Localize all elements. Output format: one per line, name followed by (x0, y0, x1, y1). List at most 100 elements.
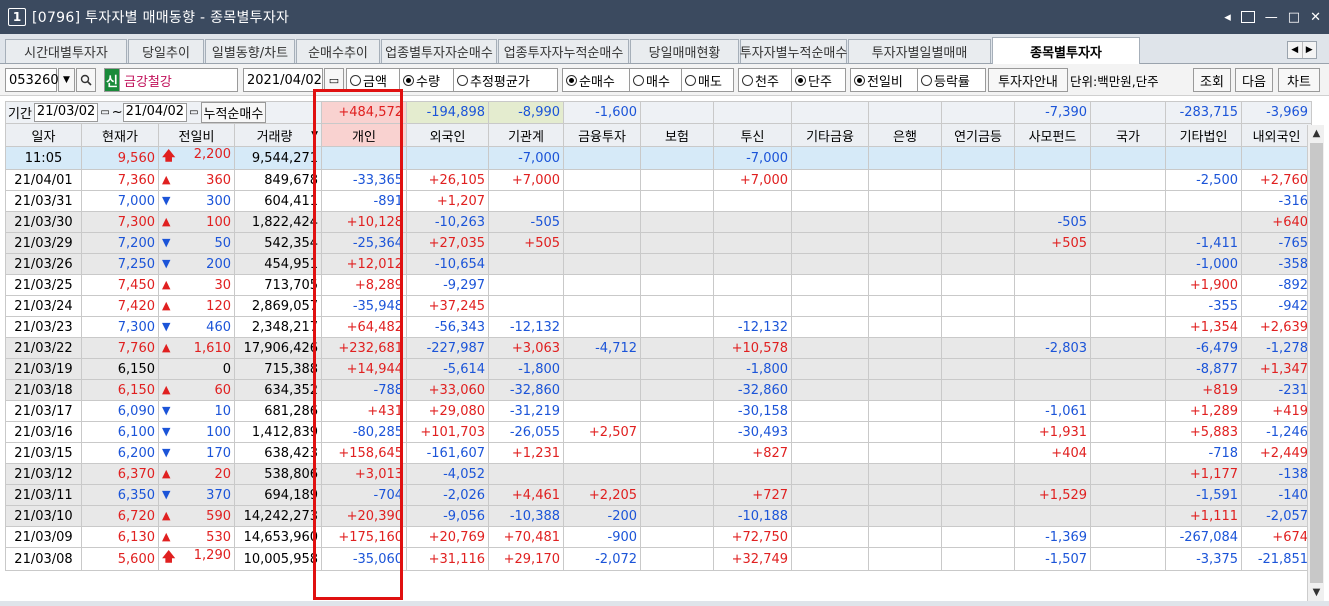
table-row[interactable]: 21/03/30 7,300 ▲ 100 1,822,424 +10,128 -10,263… (5, 211, 1313, 233)
date-input[interactable]: 2021/04/02 (243, 68, 323, 92)
tab-left-icon[interactable]: ◀ (1288, 42, 1303, 58)
volume-cell: 681,286 (233, 400, 323, 422)
tab-scroll-arrows[interactable]: ◀ ▶ (1287, 41, 1317, 59)
column-header[interactable]: 일자 (5, 123, 82, 147)
change-cell: ▲ 60 (158, 379, 235, 401)
radio-quantity[interactable]: 수량 (400, 68, 454, 92)
table-row[interactable]: 21/03/15 6,200 ▼ 170 638,423 +158,645 -161,607… (5, 442, 1313, 464)
column-header[interactable]: 사모펀드 (1014, 123, 1092, 147)
column-header[interactable]: 외국인 (406, 123, 490, 147)
tab-5[interactable]: 업종별투자자순매수 (381, 39, 497, 63)
column-header[interactable]: 거래량 ▼ (233, 123, 323, 147)
calendar-icon[interactable]: ▭ (187, 107, 200, 118)
radio-prev-day[interactable]: 전일비 (850, 68, 918, 92)
tab-6[interactable]: 업종투자자누적순매수 (498, 39, 629, 63)
table-row[interactable]: 21/03/18 6,150 ▲ 60 634,352 -788 +33,060 -32,86… (5, 379, 1313, 401)
column-header[interactable]: 연기금등 (941, 123, 1016, 147)
radio-change-rate[interactable]: 등락률 (918, 68, 986, 92)
tab-8[interactable]: 투자자별누적순매수 (740, 39, 847, 63)
period-to-input[interactable]: 21/04/02 (122, 103, 188, 122)
column-header[interactable]: 개인 (321, 123, 408, 147)
period-from-input[interactable]: 21/03/02 (33, 103, 99, 122)
stock-code-input[interactable]: 053260 (5, 68, 59, 92)
sum-cell: -283,715 (1165, 101, 1243, 124)
change-cell: ▲ 20 (158, 463, 235, 485)
search-icon[interactable] (76, 68, 96, 92)
stock-name-field[interactable]: 금강철강 (120, 68, 238, 92)
calendar-icon[interactable]: ▭ (324, 68, 344, 92)
column-header[interactable]: 기타금융 (791, 123, 870, 147)
price-cell: 7,300 (81, 211, 159, 233)
investor-cell: +727 (713, 484, 793, 506)
sort-icon[interactable]: ▼ (311, 130, 318, 140)
investor-guide-button[interactable]: 투자자안내 (988, 68, 1068, 92)
radio-sell[interactable]: 매도 (682, 68, 734, 92)
radio-thousand-shares[interactable]: 천주 (738, 68, 792, 92)
column-header[interactable]: 국가 (1090, 123, 1167, 147)
tab-1[interactable]: 시간대별투자자 (5, 39, 127, 63)
tab-10[interactable]: 종목별투자자 (992, 37, 1140, 64)
column-header[interactable]: 기관계 (488, 123, 565, 147)
header-label: 기타법인 (1179, 129, 1228, 145)
tab-4[interactable]: 순매수추이 (296, 39, 380, 63)
table-row[interactable]: 21/03/17 6,090 ▼ 10 681,286 +431 +29,080 -31,21… (5, 400, 1313, 422)
radio-single-shares[interactable]: 단주 (792, 68, 846, 92)
table-row[interactable]: 21/03/09 6,130 ▲ 530 14,653,960 +175,160 +20,7… (5, 526, 1313, 548)
table-row[interactable]: 21/03/25 7,450 ▲ 30 713,705 +8,289 -9,297 +1,90… (5, 274, 1313, 296)
investor-cell (1090, 358, 1167, 380)
table-row[interactable]: 21/03/22 7,760 ▲ 1,610 17,906,426 +232,681 -22… (5, 337, 1313, 359)
minimize-icon[interactable]: — (1265, 10, 1278, 25)
window-layout-icon[interactable] (1240, 11, 1255, 23)
investor-cell (640, 169, 715, 191)
close-icon[interactable]: ✕ (1310, 10, 1321, 25)
table-row[interactable]: 11:05 9,560 🡅 2,200 9,544,271 -7,000 -7,000 (5, 146, 1313, 170)
column-header[interactable]: 내외국인 (1241, 123, 1313, 147)
column-header[interactable]: 기타법인 (1165, 123, 1243, 147)
search-button[interactable]: 조회 (1193, 68, 1231, 92)
tab-3[interactable]: 일별동향/차트 (205, 39, 295, 63)
table-row[interactable]: 21/03/16 6,100 ▼ 100 1,412,839 -80,285 +101,70… (5, 421, 1313, 443)
radio-buy[interactable]: 매수 (630, 68, 682, 92)
column-header[interactable]: 현재가 (81, 123, 159, 147)
column-header[interactable]: 보험 (640, 123, 715, 147)
table-row[interactable]: 21/03/08 5,600 🡅 1,290 10,005,958 -35,060 +31,… (5, 547, 1313, 571)
next-button[interactable]: 다음 (1235, 68, 1273, 92)
table-row[interactable]: 21/03/24 7,420 ▲ 120 2,869,057 -35,948 +37,245… (5, 295, 1313, 317)
header-label: 전일비 (178, 129, 215, 145)
table-row[interactable]: 21/03/23 7,300 ▼ 460 2,348,217 +64,482 -56,343… (5, 316, 1313, 338)
radio-net-buy[interactable]: 순매수 (562, 68, 630, 92)
investor-cell: -2,057 (1241, 505, 1313, 527)
code-dropdown-icon[interactable]: ▼ (58, 68, 75, 92)
calendar-icon[interactable]: ▭ (98, 107, 111, 118)
scroll-down-icon[interactable]: ▼ (1308, 584, 1325, 601)
column-header[interactable]: 금융투자 (563, 123, 642, 147)
radio-avg-price[interactable]: 추정평균가 (454, 68, 558, 92)
column-header[interactable]: 전일비 (158, 123, 235, 147)
tab-2[interactable]: 당일추이 (128, 39, 204, 63)
table-row[interactable]: 21/04/01 7,360 ▲ 360 849,678 -33,365 +26,105 +7… (5, 169, 1313, 191)
vertical-scrollbar[interactable]: ▲ ▼ (1307, 125, 1324, 601)
tab-7[interactable]: 당일매매현황 (630, 39, 739, 63)
scroll-up-icon[interactable]: ▲ (1308, 125, 1325, 142)
price-cell: 6,100 (81, 421, 159, 443)
chart-button[interactable]: 차트 (1278, 68, 1320, 92)
table-row[interactable]: 21/03/10 6,720 ▲ 590 14,242,273 +20,390 -9,056… (5, 505, 1313, 527)
tab-9[interactable]: 투자자별일별매매 (848, 39, 991, 63)
radio-amount[interactable]: 금액 (346, 68, 400, 92)
scroll-thumb[interactable] (1310, 143, 1323, 583)
investor-cell: +3,013 (321, 463, 408, 485)
investor-cell: -6,479 (1165, 337, 1243, 359)
table-row[interactable]: 21/03/12 6,370 ▲ 20 538,806 +3,013 -4,052 +1,17… (5, 463, 1313, 485)
date-cell: 21/03/12 (5, 463, 82, 485)
investor-cell (321, 146, 408, 170)
table-row[interactable]: 21/03/31 7,000 ▼ 300 604,411 -891 +1,207 -316 (5, 190, 1313, 212)
column-header[interactable]: 투신 (713, 123, 793, 147)
column-header[interactable]: 은행 (868, 123, 943, 147)
table-row[interactable]: 21/03/26 7,250 ▼ 200 454,951 +12,012 -10,654 -1… (5, 253, 1313, 275)
table-row[interactable]: 21/03/29 7,200 ▼ 50 542,354 -25,364 +27,035 +50… (5, 232, 1313, 254)
maximize-icon[interactable]: □ (1288, 10, 1300, 25)
tab-right-icon[interactable]: ▶ (1303, 42, 1317, 58)
back-arrow-icon[interactable]: ◂ (1224, 10, 1231, 25)
table-row[interactable]: 21/03/19 6,150 0 715,388 +14,944 -5,614 -1,800… (5, 358, 1313, 380)
table-row[interactable]: 21/03/11 6,350 ▼ 370 694,189 -704 -2,026 +4,461… (5, 484, 1313, 506)
